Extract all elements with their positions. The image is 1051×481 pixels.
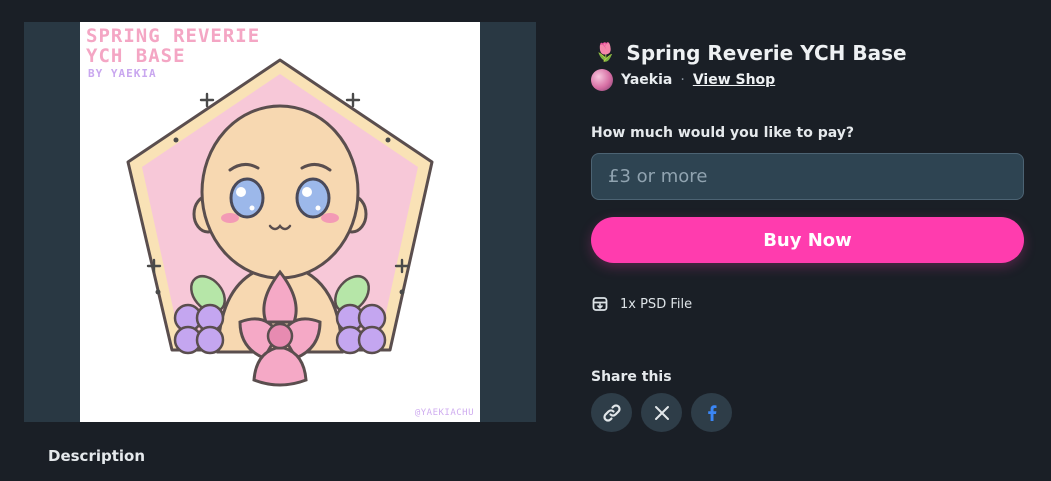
pay-label: How much would you like to pay? [591, 125, 855, 141]
artwork-handle: @YAEKIACHU [414, 408, 474, 418]
seller-avatar[interactable] [591, 69, 613, 91]
product-title: 🌷 Spring Reverie YCH Base [594, 41, 907, 65]
tulip-icon: 🌷 [594, 42, 617, 63]
share-x-button[interactable] [641, 393, 682, 432]
file-summary-text: 1x PSD File [620, 296, 693, 312]
buy-now-button[interactable]: Buy Now [591, 217, 1024, 263]
share-facebook-button[interactable] [691, 393, 732, 432]
view-shop-link[interactable]: View Shop [693, 72, 775, 88]
product-title-text: Spring Reverie YCH Base [626, 41, 907, 65]
seller-name[interactable]: Yaekia [621, 72, 672, 88]
seller-row: Yaekia · View Shop [591, 69, 775, 91]
artwork-title: Spring Reverie YCH Base [86, 25, 261, 67]
description-heading: Description [48, 447, 146, 465]
copy-link-button[interactable] [591, 393, 632, 432]
artwork-byline: BY YAEKIA [88, 67, 157, 80]
product-artwork[interactable]: Spring Reverie YCH Base BY YAEKIA @YAEKI… [80, 22, 480, 422]
price-placeholder: £3 or more [608, 166, 708, 187]
price-input[interactable]: £3 or more [591, 153, 1024, 200]
archive-icon [592, 297, 608, 311]
product-preview[interactable]: Spring Reverie YCH Base BY YAEKIA @YAEKI… [24, 22, 536, 422]
link-icon [602, 403, 621, 422]
share-buttons [591, 393, 732, 432]
separator: · [680, 72, 685, 88]
file-summary: 1x PSD File [592, 296, 692, 312]
artwork-illustration [126, 58, 434, 387]
share-label: Share this [591, 369, 672, 385]
x-icon [654, 405, 669, 420]
facebook-icon [707, 404, 716, 421]
